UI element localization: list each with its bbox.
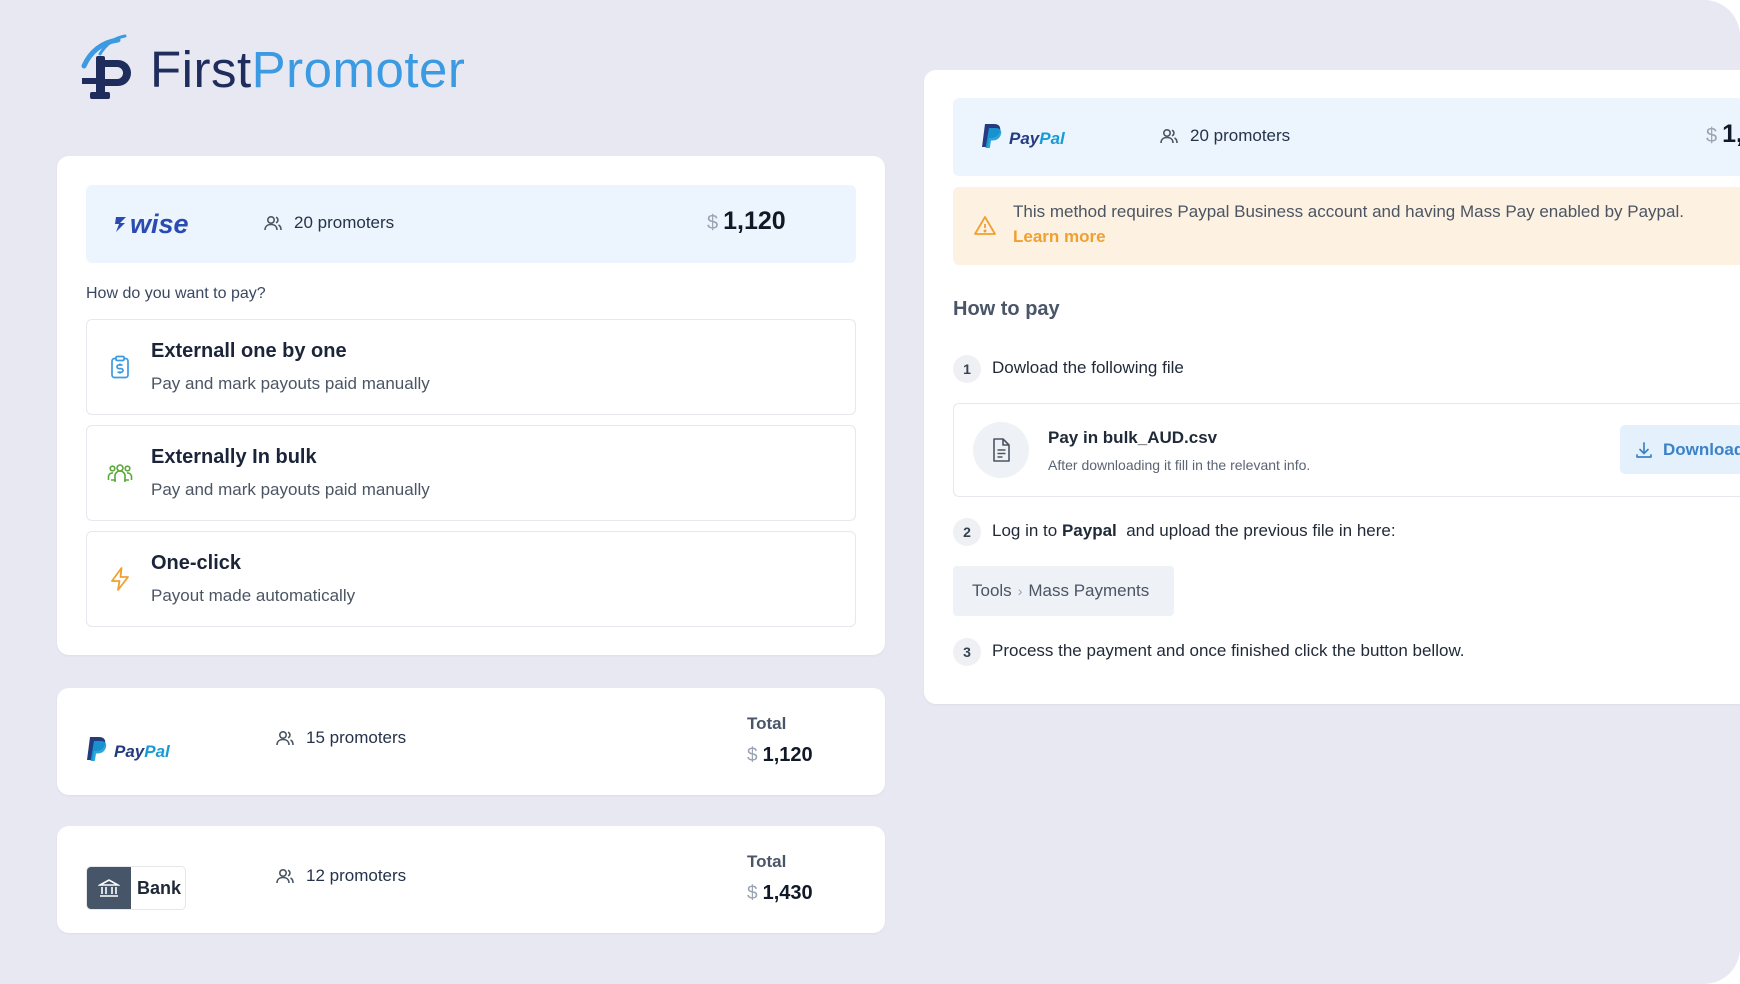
paypal-requirement-alert: This method requires Paypal Business acc…	[953, 187, 1740, 265]
step-number: 2	[953, 518, 981, 546]
breadcrumb-item-tools: Tools	[972, 581, 1012, 600]
document-icon	[973, 422, 1029, 478]
wise-payout-card: wise 20 promoters $ 1,120 How do you wan…	[57, 156, 885, 655]
how-to-pay-heading: How to pay	[953, 298, 1060, 320]
step-2-pre: Log in to	[992, 521, 1062, 540]
total-label: Total	[747, 852, 787, 871]
file-name: Pay in bulk_AUD.csv	[1048, 428, 1218, 447]
step-3-text: Process the payment and once finished cl…	[992, 641, 1465, 660]
paypal-detail-panel: PayPal 20 promoters $ 1,120 This method …	[924, 70, 1740, 704]
option-external-one-by-one[interactable]: Externall one by one Pay and mark payout…	[86, 319, 856, 415]
paypal-summary-bar: PayPal 20 promoters $ 1,120	[953, 98, 1740, 176]
wise-amount-value: 1,120	[723, 207, 786, 235]
wise-summary-bar[interactable]: wise 20 promoters $ 1,120	[86, 185, 856, 263]
logo-word-promoter: Promoter	[251, 40, 466, 98]
bank-amount: $ 1,430	[747, 882, 813, 905]
firstpromoter-logo: FirstPromoter	[78, 34, 465, 104]
currency-symbol: $	[1706, 125, 1718, 147]
learn-more-link[interactable]: Learn more	[1013, 227, 1106, 247]
warning-icon	[974, 216, 996, 235]
bank-amount-value: 1,430	[762, 882, 813, 904]
step-1-text: Dowload the following file	[992, 358, 1184, 377]
clipboard-dollar-icon	[111, 355, 129, 379]
users-icon	[264, 215, 282, 231]
bank-label: Bank	[137, 877, 182, 898]
logo-mark-icon	[81, 34, 131, 99]
users-icon	[276, 868, 294, 884]
option-externally-in-bulk[interactable]: Externally In bulk Pay and mark payouts …	[86, 425, 856, 521]
wise-promoters-label: 20 promoters	[294, 213, 395, 232]
pay-method-question: How do you want to pay?	[86, 285, 266, 302]
step-2-post: and upload the previous file in here:	[1116, 521, 1396, 540]
wise-amount: $ 1,120	[707, 207, 786, 236]
breadcrumb: Tools › Mass Payments	[953, 566, 1174, 616]
logo-word-first: First	[150, 40, 252, 98]
paypal-amount-value: 1,120	[762, 744, 813, 766]
paypal-promoters: 15 promoters	[275, 728, 406, 748]
detail-promoters: 20 promoters	[1159, 126, 1290, 146]
bank-icon	[87, 867, 131, 909]
option-subtitle: Payout made automatically	[151, 586, 356, 605]
paypal-payout-card[interactable]: PayPal 15 promoters Total $ 1,120	[57, 688, 885, 795]
wise-logo-icon: wise	[115, 209, 189, 239]
step-number: 1	[953, 355, 981, 383]
detail-amount: $ 1,120	[1706, 120, 1740, 149]
bank-badge: Bank	[86, 866, 186, 910]
currency-symbol: $	[747, 883, 758, 904]
step-number: 3	[953, 638, 981, 666]
paypal-logo-icon: PayPal	[982, 124, 1066, 148]
download-file-row: Pay in bulk_AUD.csv After downloading it…	[953, 403, 1740, 497]
svg-text:PayPal: PayPal	[1009, 129, 1066, 148]
option-subtitle: Pay and mark payouts paid manually	[151, 374, 430, 393]
detail-amount-value: 1,120	[1722, 120, 1740, 148]
users-icon	[276, 730, 294, 746]
option-title: One-click	[151, 552, 242, 574]
detail-promoters-label: 20 promoters	[1190, 126, 1291, 145]
paypal-amount: $ 1,120	[747, 744, 813, 767]
option-one-click[interactable]: One-click Payout made automatically	[86, 531, 856, 627]
download-button-label: Download	[1663, 439, 1740, 459]
paypal-logo-icon: PayPal	[87, 737, 171, 761]
bank-promoters: 12 promoters	[275, 866, 406, 886]
lightning-icon	[111, 567, 129, 591]
option-subtitle: Pay and mark payouts paid manually	[151, 480, 430, 499]
option-title: Externall one by one	[151, 340, 347, 362]
step-2-text: Log in to Paypal and upload the previous…	[992, 521, 1396, 541]
chevron-right-icon: ›	[1017, 583, 1023, 599]
bank-payout-card[interactable]: Bank 12 promoters Total $ 1,430	[57, 826, 885, 933]
wise-promoters: 20 promoters	[263, 213, 394, 233]
paypal-promoters-label: 15 promoters	[306, 728, 407, 747]
currency-symbol: $	[747, 745, 758, 766]
alert-message: This method requires Paypal Business acc…	[1013, 202, 1684, 221]
svg-text:PayPal: PayPal	[114, 742, 171, 761]
bank-promoters-label: 12 promoters	[306, 866, 407, 885]
users-icon	[1160, 128, 1178, 144]
download-icon	[1636, 441, 1652, 458]
group-icon	[107, 464, 133, 482]
file-hint: After downloading it fill in the relevan…	[1048, 457, 1311, 473]
breadcrumb-item-mass-payments: Mass Payments	[1028, 581, 1150, 600]
canvas: FirstPromoter wise 20 promoters $ 1,120 …	[0, 0, 1740, 984]
step-2-paypal: Paypal	[1061, 521, 1117, 540]
option-title: Externally In bulk	[151, 446, 317, 468]
currency-symbol: $	[707, 212, 719, 234]
total-label: Total	[747, 714, 787, 733]
download-button[interactable]: Download	[1620, 425, 1740, 474]
svg-text:wise: wise	[130, 209, 189, 239]
